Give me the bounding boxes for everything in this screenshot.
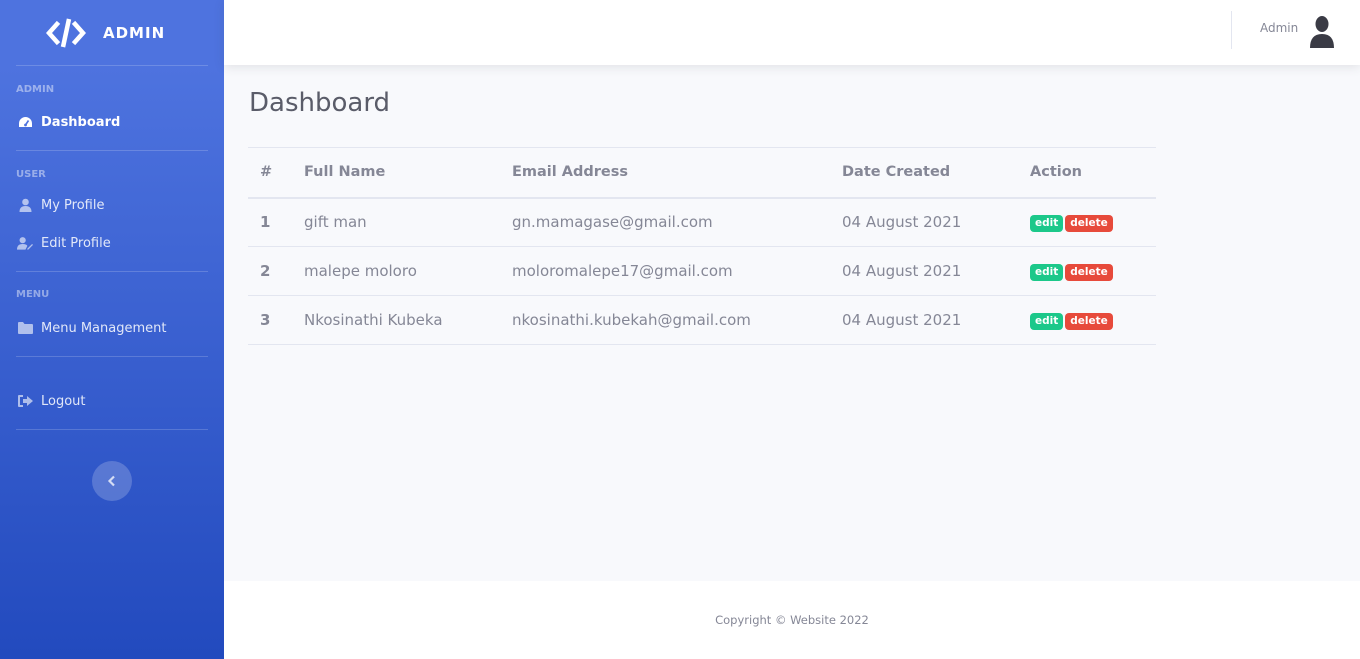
delete-button[interactable]: delete xyxy=(1065,313,1113,330)
cell-actions: edit delete xyxy=(1018,295,1156,345)
sidebar-divider xyxy=(16,429,208,430)
sidebar-item-logout[interactable]: Logout xyxy=(0,393,224,409)
sidebar-brand[interactable]: ADMIN xyxy=(0,0,224,65)
users-table: # Full Name Email Address Date Created A… xyxy=(248,147,1156,345)
sidebar-heading-menu: MENU xyxy=(16,289,50,300)
sidebar-heading-user: USER xyxy=(16,169,46,180)
column-header-action: Action xyxy=(1018,147,1156,199)
sidebar-item-my-profile[interactable]: My Profile xyxy=(0,197,224,213)
cell-number: 3 xyxy=(248,295,292,345)
sidebar: ADMIN ADMIN Dashboard USER My Profile Ed… xyxy=(0,0,224,659)
sidebar-divider xyxy=(16,65,208,66)
edit-button[interactable]: edit xyxy=(1030,264,1064,281)
column-header-full-name: Full Name xyxy=(292,147,500,199)
table-row: 1 gift man gn.mamagase@gmail.com 04 Augu… xyxy=(248,197,1156,247)
user-edit-icon xyxy=(17,235,33,251)
sidebar-item-label: Edit Profile xyxy=(41,235,111,251)
chevron-left-icon xyxy=(107,472,117,491)
cell-full-name: Nkosinathi Kubeka xyxy=(292,295,500,345)
cell-actions: edit delete xyxy=(1018,246,1156,296)
table-header-row: # Full Name Email Address Date Created A… xyxy=(248,147,1156,199)
column-header-number: # xyxy=(248,147,292,199)
table-row: 3 Nkosinathi Kubeka nkosinathi.kubekah@g… xyxy=(248,295,1156,345)
sidebar-item-label: Logout xyxy=(41,393,86,409)
delete-button[interactable]: delete xyxy=(1065,215,1113,233)
sidebar-heading-admin: ADMIN xyxy=(16,84,55,95)
sidebar-item-label: My Profile xyxy=(41,197,105,213)
sidebar-divider xyxy=(16,356,208,357)
sign-out-icon xyxy=(17,393,33,409)
cell-date-created: 04 August 2021 xyxy=(830,246,1018,296)
cell-email: moloromalepe17@gmail.com xyxy=(500,246,830,296)
user-name[interactable]: Admin xyxy=(1260,21,1298,35)
edit-button[interactable]: edit xyxy=(1030,215,1064,233)
delete-button[interactable]: delete xyxy=(1065,264,1113,281)
copyright-text: Copyright © Website 2022 xyxy=(715,613,869,627)
topbar: Admin xyxy=(224,0,1360,65)
sidebar-item-edit-profile[interactable]: Edit Profile xyxy=(0,235,224,251)
code-icon xyxy=(46,16,86,50)
topbar-divider xyxy=(1231,11,1232,49)
table-row: 2 malepe moloro moloromalepe17@gmail.com… xyxy=(248,246,1156,296)
cell-number: 2 xyxy=(248,246,292,296)
sidebar-item-label: Dashboard xyxy=(41,114,121,130)
sidebar-item-label: Menu Management xyxy=(41,320,167,336)
cell-date-created: 04 August 2021 xyxy=(830,197,1018,247)
cell-full-name: gift man xyxy=(292,197,500,247)
folder-icon xyxy=(17,320,33,336)
tachometer-icon xyxy=(17,114,33,130)
page-title: Dashboard xyxy=(249,88,391,118)
sidebar-item-menu-management[interactable]: Menu Management xyxy=(0,320,224,336)
column-header-email: Email Address xyxy=(500,147,830,199)
cell-number: 1 xyxy=(248,197,292,247)
user-icon xyxy=(17,197,33,213)
cell-date-created: 04 August 2021 xyxy=(830,295,1018,345)
footer: Copyright © Website 2022 xyxy=(224,581,1360,659)
cell-email: nkosinathi.kubekah@gmail.com xyxy=(500,295,830,345)
sidebar-item-dashboard[interactable]: Dashboard xyxy=(0,114,224,130)
edit-button[interactable]: edit xyxy=(1030,313,1064,330)
sidebar-divider xyxy=(16,271,208,272)
column-header-date-created: Date Created xyxy=(830,147,1018,199)
brand-name: ADMIN xyxy=(103,23,166,42)
user-avatar-icon[interactable] xyxy=(1310,15,1334,48)
cell-email: gn.mamagase@gmail.com xyxy=(500,197,830,247)
cell-actions: edit delete xyxy=(1018,197,1156,247)
sidebar-divider xyxy=(16,150,208,151)
sidebar-toggle-button[interactable] xyxy=(92,461,132,501)
cell-full-name: malepe moloro xyxy=(292,246,500,296)
